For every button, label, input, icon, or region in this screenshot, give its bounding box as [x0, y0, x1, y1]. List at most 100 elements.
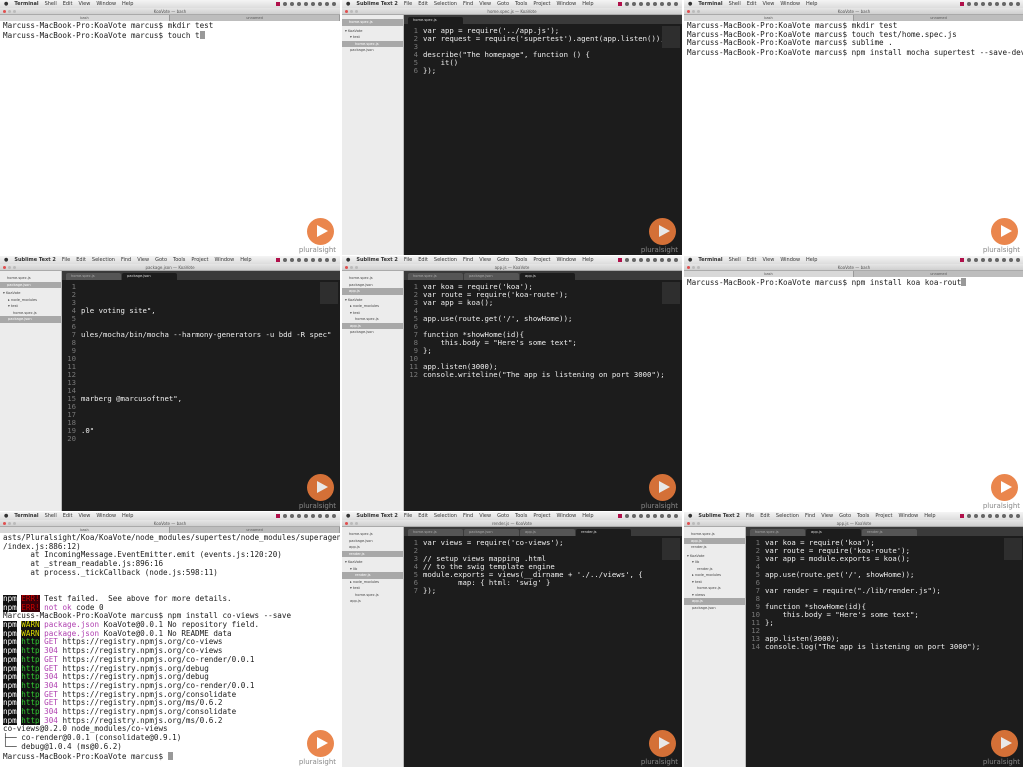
menu-view[interactable]: View	[762, 1, 774, 7]
menu-edit[interactable]: Edit	[63, 1, 73, 7]
menu-help[interactable]: Help	[806, 257, 817, 263]
play-button-icon[interactable]	[307, 730, 334, 757]
close-button[interactable]	[345, 10, 348, 13]
app-menu[interactable]: Terminal	[698, 257, 722, 263]
minimize-button[interactable]	[350, 522, 353, 525]
app-menu[interactable]: Sublime Text 2	[356, 257, 397, 263]
editor-tab[interactable]: home.spec.js	[408, 529, 463, 536]
folder-tree-item[interactable]: package.json	[342, 47, 403, 54]
menu-goto[interactable]: Goto	[497, 257, 509, 263]
menu-view[interactable]: View	[821, 513, 833, 519]
editor-tab[interactable]: package.json	[464, 273, 519, 280]
close-button[interactable]	[3, 522, 6, 525]
code-area[interactable]: 1 var koa = require('koa'); 2 var route = r…	[746, 536, 1023, 651]
menu-tools[interactable]: Tools	[515, 513, 527, 519]
video-thumbnail-4[interactable]: ● Sublime Text 2 File Edit Selection Find View…	[0, 256, 340, 511]
zoom-button[interactable]	[697, 266, 700, 269]
window-controls[interactable]	[687, 10, 700, 13]
editor-tab[interactable]: render.js	[862, 529, 917, 536]
zoom-button[interactable]	[355, 522, 358, 525]
play-button-icon[interactable]	[649, 730, 676, 757]
window-controls[interactable]	[3, 266, 16, 269]
menu-view[interactable]: View	[762, 257, 774, 263]
zoom-button[interactable]	[355, 266, 358, 269]
close-button[interactable]	[687, 10, 690, 13]
menu-selection[interactable]: Selection	[434, 257, 457, 263]
minimap[interactable]	[662, 282, 680, 304]
menu-help[interactable]: Help	[806, 1, 817, 7]
window-controls[interactable]	[3, 522, 16, 525]
app-menu[interactable]: Terminal	[698, 1, 722, 7]
minimize-button[interactable]	[350, 10, 353, 13]
editor-tab[interactable]: render.js	[576, 529, 631, 536]
menu-help[interactable]: Help	[122, 1, 133, 7]
zoom-button[interactable]	[13, 10, 16, 13]
menu-project[interactable]: Project	[533, 513, 550, 519]
menu-edit[interactable]: Edit	[747, 1, 757, 7]
menu-find[interactable]: Find	[463, 257, 473, 263]
menu-file[interactable]: File	[62, 257, 70, 263]
menu-file[interactable]: File	[746, 513, 754, 519]
minimap[interactable]	[662, 26, 680, 48]
apple-menu-icon[interactable]: ●	[688, 257, 692, 263]
menu-help[interactable]: Help	[240, 257, 251, 263]
menu-shell[interactable]: Shell	[729, 257, 741, 263]
menu-view[interactable]: View	[78, 1, 90, 7]
menu-selection[interactable]: Selection	[776, 513, 799, 519]
folder-tree-item[interactable]: package.json	[342, 329, 403, 336]
menu-find[interactable]: Find	[121, 257, 131, 263]
minimize-button[interactable]	[350, 266, 353, 269]
menu-project[interactable]: Project	[191, 257, 208, 263]
zoom-button[interactable]	[13, 522, 16, 525]
menu-help[interactable]: Help	[122, 513, 133, 519]
menu-help[interactable]: Help	[924, 513, 935, 519]
app-menu[interactable]: Sublime Text 2	[698, 513, 739, 519]
terminal-output[interactable]: Marcuss-MacBook-Pro:KoaVote marcus$ mkdi…	[0, 21, 340, 41]
video-thumbnail-9[interactable]: ● Sublime Text 2 File Edit Selection Find View…	[684, 512, 1023, 767]
menu-edit[interactable]: Edit	[76, 257, 86, 263]
menu-window[interactable]: Window	[556, 257, 576, 263]
terminal-tab[interactable]: unnamed	[854, 271, 1023, 277]
play-button-icon[interactable]	[649, 218, 676, 245]
menu-edit[interactable]: Edit	[747, 257, 757, 263]
apple-menu-icon[interactable]: ●	[346, 1, 350, 7]
menu-window[interactable]: Window	[214, 257, 234, 263]
app-menu[interactable]: Sublime Text 2	[356, 1, 397, 7]
menu-view[interactable]: View	[479, 513, 491, 519]
editor-tab[interactable]: home.spec.js	[408, 17, 463, 24]
minimap[interactable]	[1004, 538, 1022, 560]
minimize-button[interactable]	[692, 10, 695, 13]
menu-tools[interactable]: Tools	[857, 513, 869, 519]
menu-project[interactable]: Project	[533, 257, 550, 263]
window-controls[interactable]	[345, 266, 358, 269]
code-area[interactable]: 1 var koa = require('koa'); 2 var route = r…	[404, 280, 682, 379]
app-menu[interactable]: Terminal	[14, 513, 38, 519]
close-button[interactable]	[3, 266, 6, 269]
window-controls[interactable]	[345, 10, 358, 13]
folder-tree-item[interactable]: package.json	[684, 605, 745, 612]
terminal-output[interactable]: Marcuss-MacBook-Pro:KoaVote marcus$ mkdi…	[684, 21, 1023, 59]
window-controls[interactable]	[687, 266, 700, 269]
video-thumbnail-1[interactable]: ● Terminal Shell Edit View Window Help KoaVote …	[0, 0, 340, 255]
menu-project[interactable]: Project	[875, 513, 892, 519]
app-menu[interactable]: Terminal	[14, 1, 38, 7]
editor-tab[interactable]: home.spec.js	[750, 529, 805, 536]
menu-edit[interactable]: Edit	[63, 513, 73, 519]
menu-view[interactable]: View	[78, 513, 90, 519]
minimize-button[interactable]	[8, 522, 11, 525]
menu-edit[interactable]: Edit	[418, 1, 428, 7]
video-thumbnail-6[interactable]: ● Terminal Shell Edit View Window Help KoaVote …	[684, 256, 1023, 511]
video-thumbnail-7[interactable]: ● Terminal Shell Edit View Window Help KoaVote …	[0, 512, 340, 767]
minimize-button[interactable]	[692, 522, 695, 525]
play-button-icon[interactable]	[307, 218, 334, 245]
video-thumbnail-8[interactable]: ● Sublime Text 2 File Edit Selection Find View…	[342, 512, 682, 767]
close-button[interactable]	[345, 522, 348, 525]
apple-menu-icon[interactable]: ●	[4, 257, 8, 263]
menu-edit[interactable]: Edit	[760, 513, 770, 519]
menu-goto[interactable]: Goto	[839, 513, 851, 519]
menu-shell[interactable]: Shell	[729, 1, 741, 7]
menu-goto[interactable]: Goto	[497, 1, 509, 7]
app-menu[interactable]: Sublime Text 2	[14, 257, 55, 263]
editor-tab[interactable]: app.js	[520, 273, 575, 280]
menu-tools[interactable]: Tools	[173, 257, 185, 263]
